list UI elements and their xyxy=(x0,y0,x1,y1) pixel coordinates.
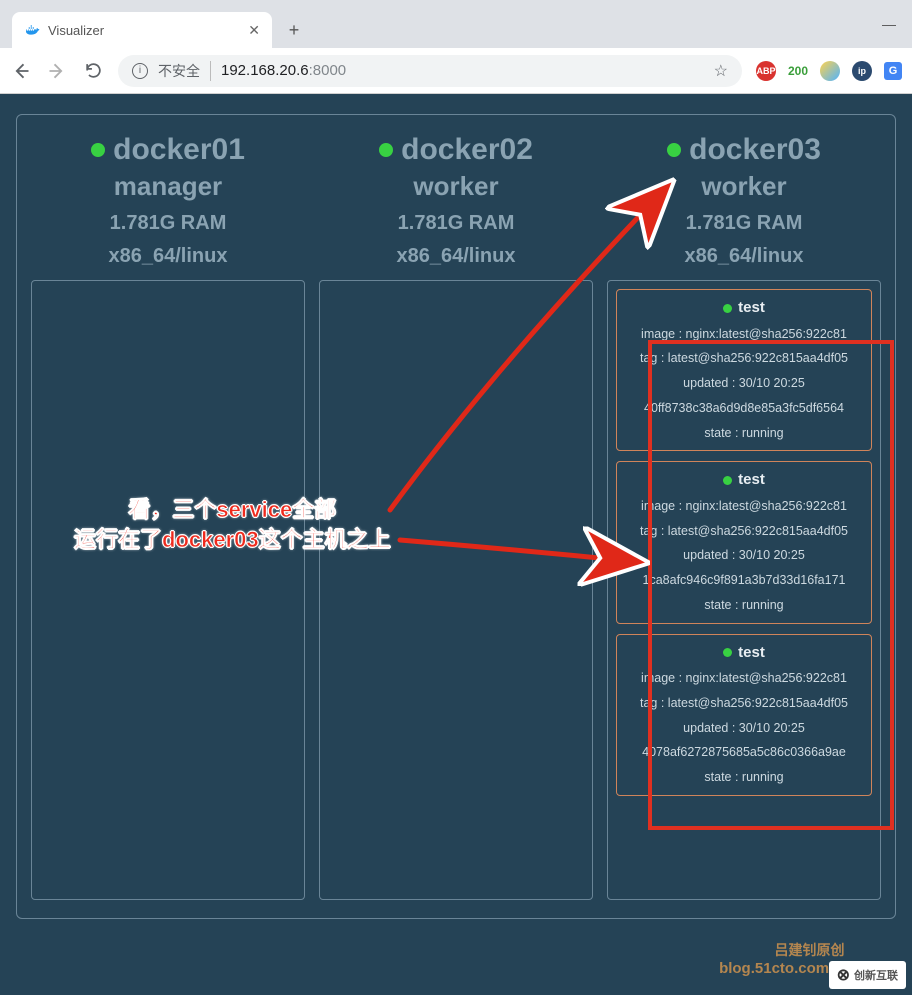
node-arch: x86_64/linux xyxy=(667,245,821,268)
url-text: 192.168.20.6:8000 xyxy=(221,62,346,79)
insecure-label: 不安全 xyxy=(158,61,211,81)
task-card[interactable]: test image : nginx:latest@sha256:922c81 … xyxy=(616,289,872,451)
node-docker03: docker03 worker 1.781G RAM x86_64/linux … xyxy=(607,133,881,900)
extension-icon-3[interactable] xyxy=(820,61,840,81)
task-state: state : running xyxy=(623,427,865,441)
status-dot-icon xyxy=(91,143,105,157)
task-updated: updated : 30/10 20:25 xyxy=(623,549,865,563)
docker-whale-icon xyxy=(24,22,40,38)
node-ram: 1.781G RAM xyxy=(379,212,533,235)
status-dot-icon xyxy=(723,476,732,485)
task-tag: tag : latest@sha256:922c815aa4df05 xyxy=(623,697,865,711)
task-tag: tag : latest@sha256:922c815aa4df05 xyxy=(623,352,865,366)
google-extension-icon[interactable]: G xyxy=(884,62,902,80)
node-name: docker01 xyxy=(113,133,245,167)
task-service-name: test xyxy=(738,645,765,662)
task-updated: updated : 30/10 20:25 xyxy=(623,722,865,736)
bookmark-star-icon[interactable]: ☆ xyxy=(714,61,728,81)
extension-icons: ABP 200 ip G xyxy=(756,61,902,81)
node-arch: x86_64/linux xyxy=(379,245,533,268)
node-tasks-container: test image : nginx:latest@sha256:922c81 … xyxy=(607,280,881,900)
browser-toolbar: i 不安全 192.168.20.6:8000 ☆ ABP 200 ip G xyxy=(0,48,912,94)
node-role: manager xyxy=(91,171,245,202)
status-dot-icon xyxy=(723,648,732,657)
status-dot-icon xyxy=(379,143,393,157)
minimize-icon[interactable]: — xyxy=(882,16,896,32)
footer-logo-text: 创新互联 xyxy=(854,967,898,983)
abp-extension-icon[interactable]: ABP xyxy=(756,61,776,81)
task-image: image : nginx:latest@sha256:922c81 xyxy=(623,328,865,342)
status-dot-icon xyxy=(723,304,732,313)
status-dot-icon xyxy=(667,143,681,157)
close-icon[interactable]: ✕ xyxy=(248,22,260,39)
node-ram: 1.781G RAM xyxy=(91,212,245,235)
node-arch: x86_64/linux xyxy=(91,245,245,268)
task-id: 40ff8738c38a6d9d8e85a3fc5df6564 xyxy=(623,402,865,416)
node-tasks-container xyxy=(319,280,593,900)
task-card[interactable]: test image : nginx:latest@sha256:922c81 … xyxy=(616,634,872,796)
back-button[interactable] xyxy=(10,60,32,82)
task-tag: tag : latest@sha256:922c815aa4df05 xyxy=(623,525,865,539)
node-tasks-container xyxy=(31,280,305,900)
site-info-icon[interactable]: i xyxy=(132,63,148,79)
task-service-name: test xyxy=(738,300,765,317)
task-state: state : running xyxy=(623,771,865,785)
task-image: image : nginx:latest@sha256:922c81 xyxy=(623,500,865,514)
task-service-name: test xyxy=(738,472,765,489)
forward-button[interactable] xyxy=(46,60,68,82)
task-card[interactable]: test image : nginx:latest@sha256:922c81 … xyxy=(616,461,872,623)
new-tab-button[interactable]: + xyxy=(280,16,308,44)
task-image: image : nginx:latest@sha256:922c81 xyxy=(623,672,865,686)
logo-icon: ⊗ xyxy=(837,965,850,985)
watermark-author: 吕建钊原创 xyxy=(719,940,900,960)
task-state: state : running xyxy=(623,599,865,613)
address-bar[interactable]: i 不安全 192.168.20.6:8000 ☆ xyxy=(118,55,742,87)
node-role: worker xyxy=(667,171,821,202)
node-name: docker02 xyxy=(401,133,533,167)
annotation-text: 看，三个service全部 运行在了docker03这个主机之上 xyxy=(74,495,391,554)
window-controls: — xyxy=(882,16,912,48)
browser-tab-active[interactable]: Visualizer ✕ xyxy=(12,12,272,48)
reload-button[interactable] xyxy=(82,60,104,82)
task-id: 4078af6272875685a5c86c0366a9ae xyxy=(623,746,865,760)
task-id: 1ca8afc946c9f891a3b7d33d16fa171 xyxy=(623,574,865,588)
node-ram: 1.781G RAM xyxy=(667,212,821,235)
browser-tab-strip: Visualizer ✕ + — xyxy=(0,0,912,48)
tab-title: Visualizer xyxy=(48,23,240,38)
node-role: worker xyxy=(379,171,533,202)
footer-logo: ⊗ 创新互联 xyxy=(829,961,906,989)
task-updated: updated : 30/10 20:25 xyxy=(623,377,865,391)
ip-extension-icon[interactable]: ip xyxy=(852,61,872,81)
count-extension-icon[interactable]: 200 xyxy=(788,64,808,78)
node-name: docker03 xyxy=(689,133,821,167)
